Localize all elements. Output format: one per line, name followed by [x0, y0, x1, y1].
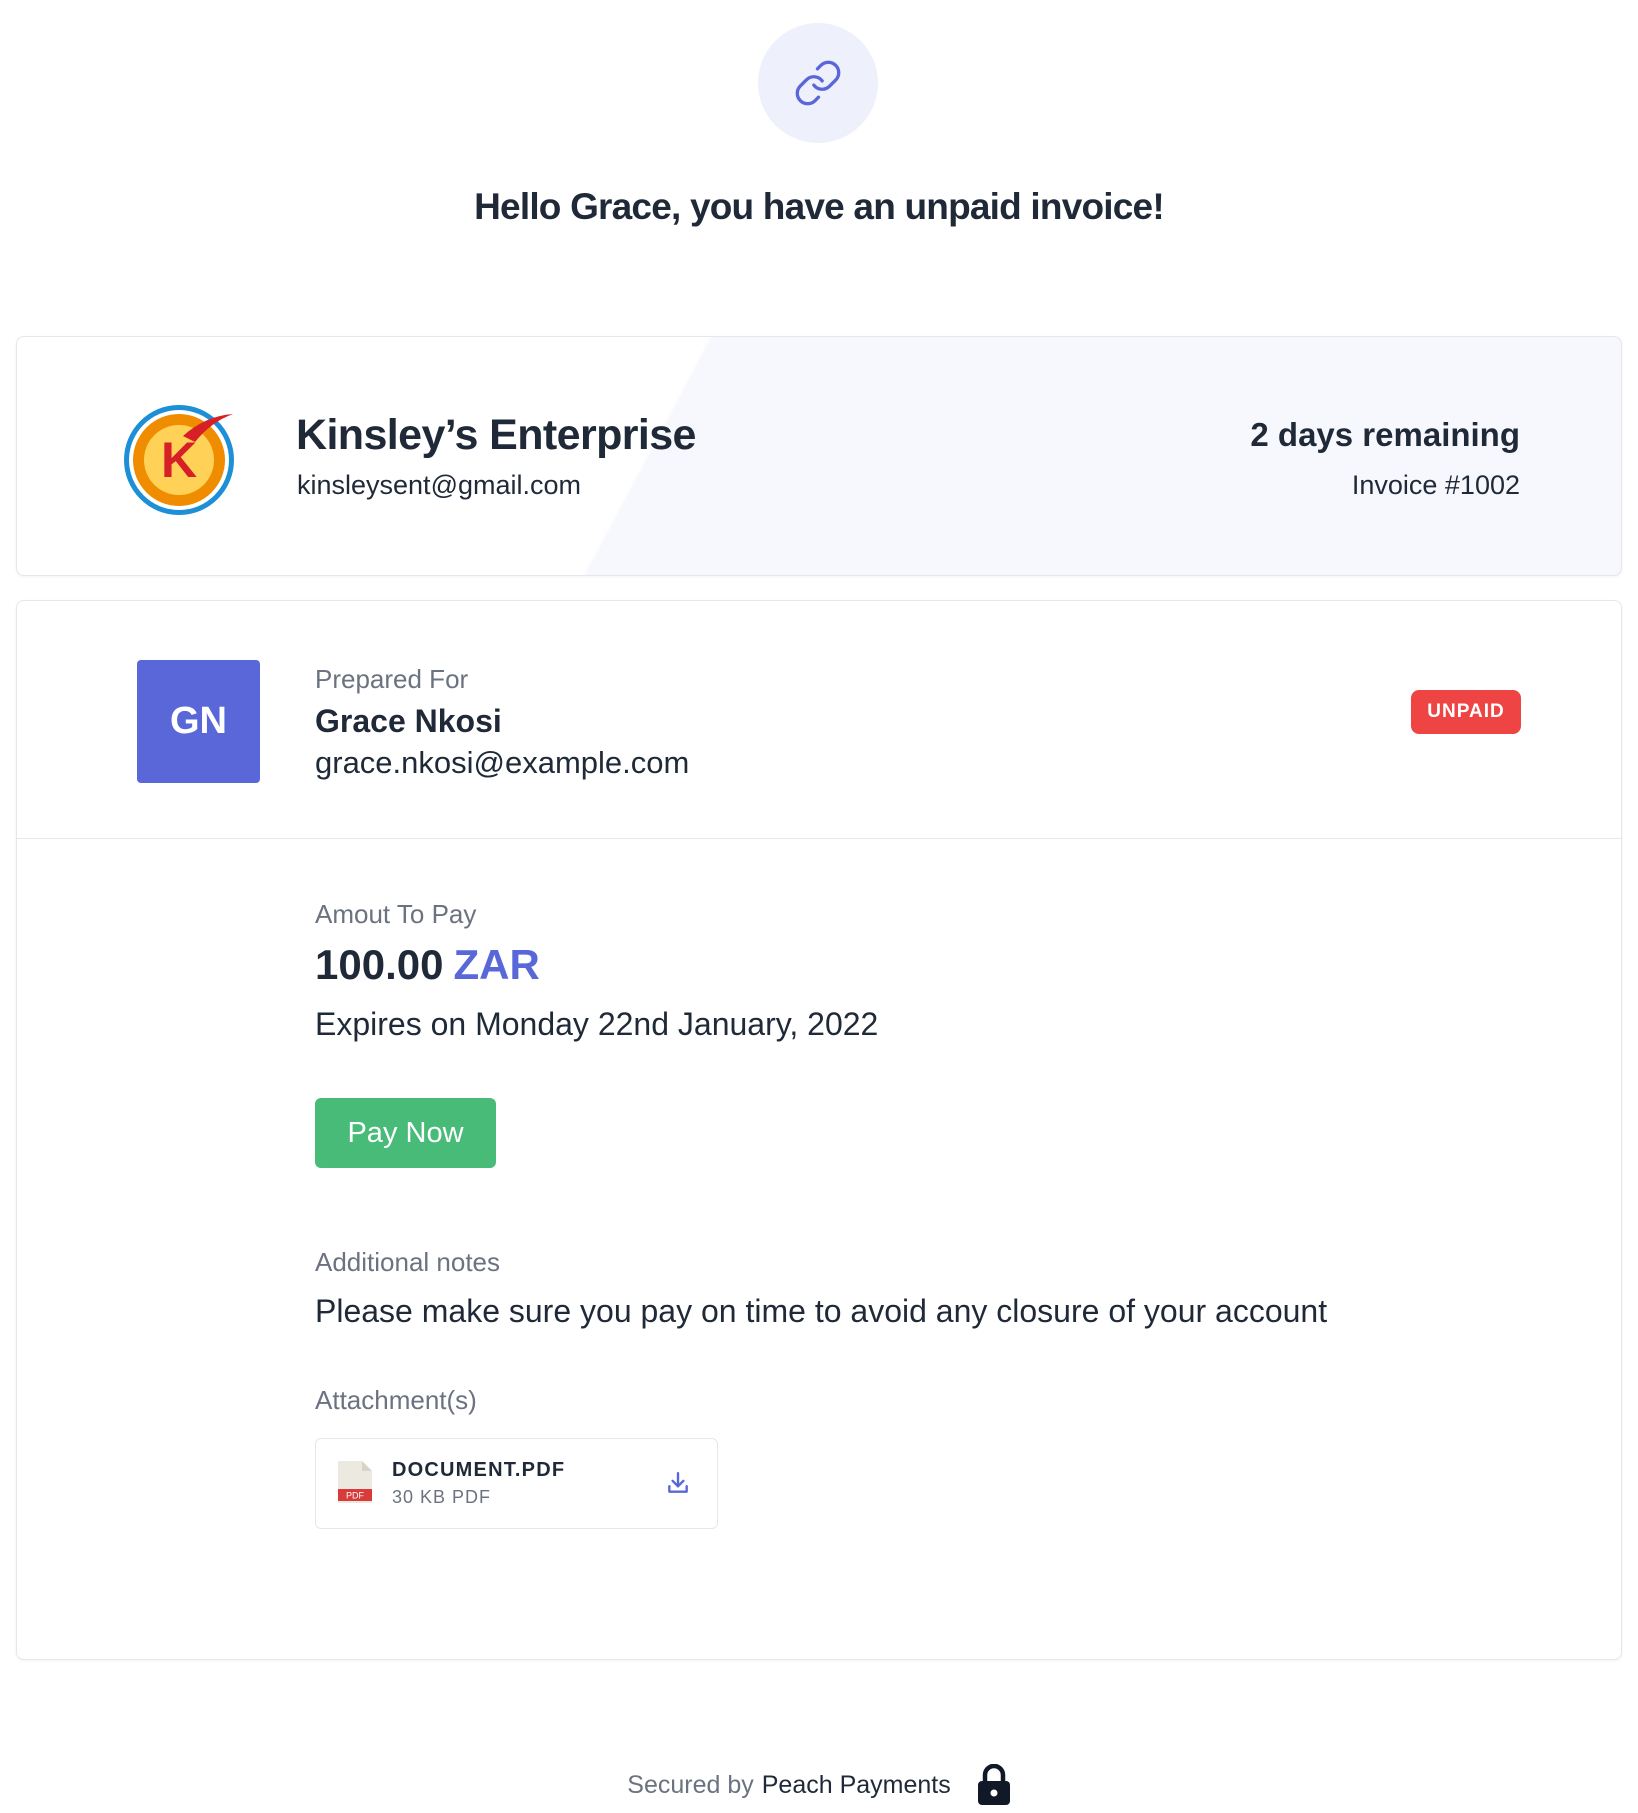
- invoice-card: GN Prepared For Grace Nkosi grace.nkosi@…: [16, 600, 1622, 1660]
- amount-value: 100.00: [315, 941, 444, 988]
- footer: Secured by Peach Payments: [0, 1764, 1638, 1806]
- amount-label: Amout To Pay: [315, 899, 477, 929]
- lock-icon: [977, 1764, 1010, 1805]
- attachments-label: Attachment(s): [315, 1385, 477, 1415]
- attachment-meta: 30 KB PDF: [392, 1487, 492, 1507]
- merchant-card: K Kinsley’s Enterprise kinsleysent@gmail…: [16, 336, 1622, 576]
- pay-now-button[interactable]: Pay Now: [315, 1098, 496, 1168]
- merchant-name: Kinsley’s Enterprise: [296, 411, 696, 459]
- section-divider: [17, 838, 1621, 839]
- client-name: Grace Nkosi: [315, 703, 502, 739]
- client-avatar: GN: [137, 660, 260, 783]
- download-button[interactable]: [663, 1468, 693, 1498]
- amount-display: 100.00 ZAR: [315, 941, 540, 989]
- amount-currency: ZAR: [453, 941, 540, 988]
- payment-provider-name: Peach Payments: [761, 1770, 951, 1799]
- merchant-logo-letter: K: [161, 432, 197, 488]
- attachment-name: DOCUMENT.PDF: [392, 1459, 566, 1481]
- invoice-number: Invoice #1002: [1351, 470, 1520, 500]
- hero-link-badge: [758, 23, 878, 143]
- prepared-for-label: Prepared For: [315, 664, 469, 694]
- pdf-type-badge: PDF: [346, 1491, 365, 1501]
- secured-by-label: Secured by: [627, 1770, 754, 1799]
- attachment-item[interactable]: PDF DOCUMENT.PDF 30 KB PDF: [315, 1438, 718, 1529]
- pdf-file-icon: PDF: [338, 1461, 372, 1503]
- client-email: grace.nkosi@example.com: [315, 745, 690, 780]
- page-title: Hello Grace, you have an unpaid invoice!: [474, 186, 1165, 227]
- days-remaining: 2 days remaining: [1250, 416, 1520, 453]
- download-icon: [668, 1472, 688, 1493]
- merchant-email: kinsleysent@gmail.com: [297, 470, 582, 500]
- notes-text: Please make sure you pay on time to avoi…: [315, 1293, 1328, 1329]
- link-icon: [795, 60, 841, 106]
- merchant-logo: K: [124, 405, 234, 515]
- status-badge: UNPAID: [1411, 690, 1521, 734]
- expiry-date: Expires on Monday 22nd January, 2022: [315, 1006, 879, 1042]
- notes-label: Additional notes: [315, 1247, 501, 1277]
